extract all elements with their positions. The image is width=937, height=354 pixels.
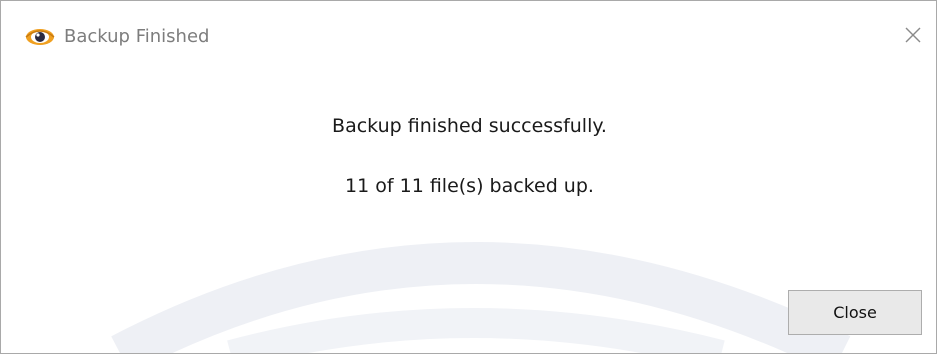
eye-app-icon: [25, 29, 55, 45]
backup-finished-dialog: Backup Finished Backup finished successf…: [0, 0, 937, 354]
files-count-message: 11 of 11 file(s) backed up.: [345, 175, 594, 197]
close-button[interactable]: Close: [788, 290, 922, 335]
close-button-label: Close: [833, 303, 877, 322]
title-bar: Backup Finished: [1, 1, 936, 57]
close-icon[interactable]: [903, 25, 923, 45]
window-title: Backup Finished: [64, 26, 210, 47]
status-message: Backup finished successfully.: [332, 115, 607, 137]
